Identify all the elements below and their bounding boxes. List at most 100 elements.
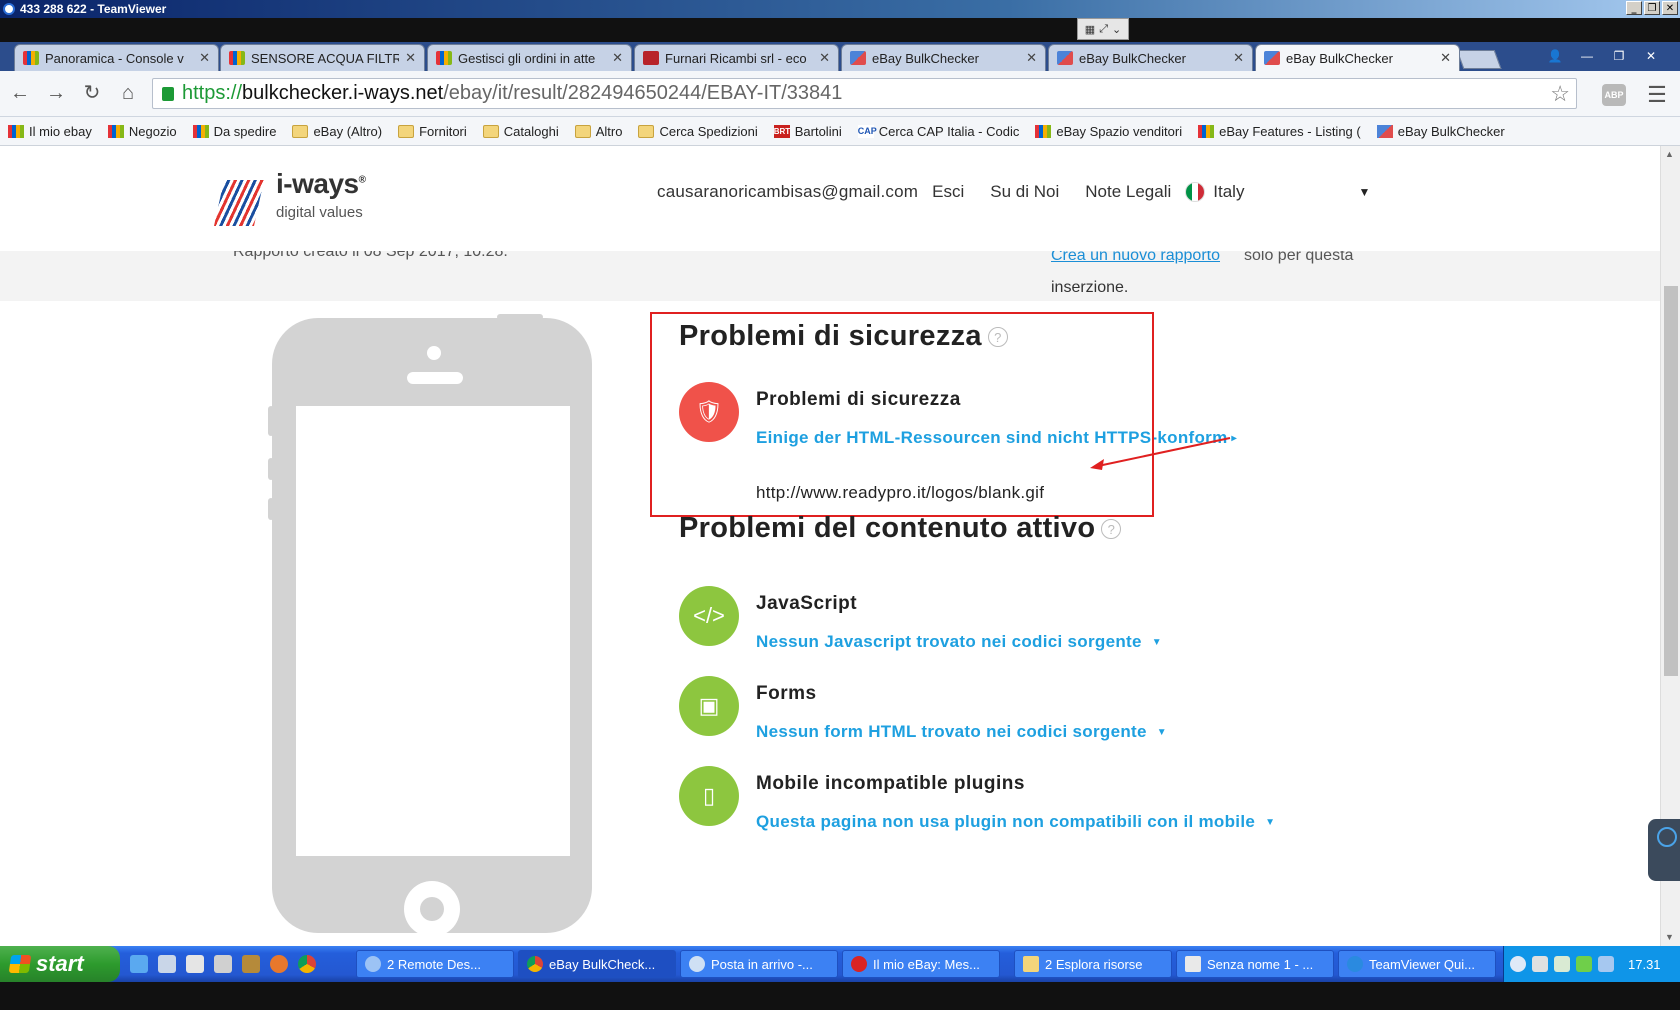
bookmark-item[interactable]: eBay BulkChecker [1376, 124, 1505, 139]
close-button[interactable]: ✕ [1662, 1, 1678, 15]
mobile-icon: ▯ [679, 766, 739, 826]
ebay-icon [1035, 124, 1052, 138]
browser-tab-active[interactable]: eBay BulkChecker ✕ [1255, 44, 1460, 71]
window-controls: _ ❐ ✕ [1626, 1, 1678, 15]
close-tab-icon[interactable]: ✕ [1233, 50, 1244, 66]
bookmark-item[interactable]: eBay Features - Listing ( [1198, 124, 1361, 139]
close-tab-icon[interactable]: ✕ [1440, 50, 1451, 66]
app-quicklaunch-icon[interactable] [214, 955, 232, 973]
user-icon[interactable]: 👤 [1540, 46, 1570, 66]
close-tab-icon[interactable]: ✕ [199, 50, 210, 66]
start-button[interactable]: start [0, 946, 120, 982]
restore-button[interactable]: ❐ [1604, 46, 1634, 66]
close-tab-icon[interactable]: ✕ [1026, 50, 1037, 66]
bookmark-item[interactable]: BRT Bartolini [773, 124, 842, 139]
caret-down-icon[interactable]: ▼ [1358, 185, 1370, 199]
taskbar-item[interactable]: Il mio eBay: Mes... [842, 950, 1000, 978]
restore-button[interactable]: ❐ [1644, 1, 1660, 15]
new-report-text-2: inserzione. [1051, 279, 1129, 296]
grid-icon: ▦ [1084, 23, 1096, 36]
window-titlebar: 433 288 622 - TeamViewer _ ❐ ✕ [0, 0, 1680, 18]
document-quicklaunch-icon[interactable] [158, 955, 176, 973]
italy-flag-icon [1185, 182, 1206, 202]
tray-icon[interactable] [1576, 956, 1592, 972]
tray-icon[interactable] [1532, 956, 1548, 972]
country-select[interactable]: Italy [1213, 182, 1244, 202]
taskbar-item[interactable]: TeamViewer Qui... [1338, 950, 1496, 978]
browser-tab[interactable]: eBay BulkChecker ✕ [1048, 44, 1253, 71]
bulkchecker-icon [1264, 51, 1280, 65]
browser-tab[interactable]: Furnari Ricambi srl - eco ✕ [634, 44, 839, 71]
close-tab-icon[interactable]: ✕ [819, 50, 830, 66]
ebay-icon [436, 51, 452, 65]
taskbar-item-active[interactable]: eBay BulkCheck... [518, 950, 676, 978]
bookmark-folder[interactable]: Cerca Spedizioni [638, 124, 758, 139]
javascript-link[interactable]: Nessun Javascript trovato nei codici sor… [756, 632, 1162, 652]
minimize-button[interactable]: — [1572, 46, 1602, 66]
scroll-up-icon[interactable]: ▲ [1665, 149, 1674, 159]
browser-tab[interactable]: Gestisci gli ordini in atte ✕ [427, 44, 632, 71]
bookmark-item[interactable]: CAP Cerca CAP Italia - Codic [857, 124, 1019, 139]
adblock-icon[interactable]: ABP [1602, 84, 1626, 106]
browser-tab[interactable]: eBay BulkChecker ✕ [841, 44, 1046, 71]
phone-side-button [268, 406, 274, 436]
explorer-quicklaunch-icon[interactable] [186, 955, 204, 973]
scroll-down-icon[interactable]: ▼ [1665, 932, 1674, 942]
ebay-icon [8, 124, 24, 138]
close-tab-icon[interactable]: ✕ [612, 50, 623, 66]
bookmark-item[interactable]: eBay Spazio venditori [1035, 124, 1182, 139]
taskbar-item[interactable]: Posta in arrivo -... [680, 950, 838, 978]
tab-label: Furnari Ricambi srl - eco [665, 50, 807, 66]
new-tab-button[interactable] [1456, 50, 1502, 69]
tab-label: Gestisci gli ordini in atte [458, 50, 596, 66]
back-arrow-icon[interactable]: ← [8, 81, 32, 105]
bookmark-item[interactable]: Il mio ebay [8, 124, 92, 139]
bookmark-star-icon[interactable]: ☆ [1550, 81, 1570, 107]
i-ways-logo[interactable]: i-ways® digital values [214, 168, 384, 228]
mobile-plugins-link[interactable]: Questa pagina non usa plugin non compati… [756, 812, 1275, 832]
folder-icon [398, 124, 415, 138]
about-link[interactable]: Su di Noi [990, 182, 1059, 202]
taskbar-item[interactable]: Senza nome 1 - ... [1176, 950, 1334, 978]
network-icon[interactable] [1598, 956, 1614, 972]
logout-link[interactable]: Esci [932, 182, 964, 202]
firefox-quicklaunch-icon[interactable] [270, 955, 288, 973]
close-tab-icon[interactable]: ✕ [405, 50, 416, 66]
forward-arrow-icon[interactable]: → [44, 81, 68, 105]
browser-tab[interactable]: SENSORE ACQUA FILTR ✕ [220, 44, 425, 71]
tool-quicklaunch-icon[interactable] [242, 955, 260, 973]
windows-taskbar: start 2 Remote Des... eBay BulkCheck... … [0, 946, 1680, 982]
windows-logo-icon [8, 955, 32, 973]
chrome-quicklaunch-icon[interactable] [298, 955, 316, 973]
tray-icon[interactable] [1554, 956, 1570, 972]
taskbar-item[interactable]: 2 Esplora risorse [1014, 950, 1172, 978]
bookmark-folder[interactable]: eBay (Altro) [292, 124, 382, 139]
bookmark-item[interactable]: Da spedire [192, 124, 276, 139]
bookmarks-bar: Il mio ebay Negozio Da spedire eBay (Alt… [0, 117, 1680, 146]
home-icon[interactable]: ⌂ [116, 81, 140, 105]
ebay-icon [229, 51, 245, 65]
help-icon[interactable]: ? [1101, 519, 1122, 540]
ie-quicklaunch-icon[interactable] [130, 955, 148, 973]
bookmark-folder[interactable]: Altro [574, 124, 622, 139]
teamviewer-panel-handle[interactable]: ▦ ⤢ ⌄ [1077, 18, 1129, 40]
tray-icon[interactable] [1510, 956, 1526, 972]
system-tray: 17.31 [1503, 946, 1680, 982]
browser-tab[interactable]: Panoramica - Console v ✕ [14, 44, 219, 71]
legal-link[interactable]: Note Legali [1085, 182, 1171, 202]
close-button[interactable]: ✕ [1636, 46, 1666, 66]
phone-power-button [497, 314, 543, 320]
bookmark-folder[interactable]: Cataloghi [482, 124, 559, 139]
ebay-icon [192, 124, 209, 138]
bookmark-item[interactable]: Negozio [107, 124, 177, 139]
scrollbar-thumb[interactable] [1664, 286, 1678, 676]
javascript-title: JavaScript [756, 593, 858, 614]
address-bar[interactable]: https:// bulkchecker.i-ways.net /ebay/it… [152, 78, 1577, 109]
reload-icon[interactable]: ↻ [80, 81, 104, 105]
forms-link[interactable]: Nessun form HTML trovato nei codici sorg… [756, 722, 1167, 742]
teamviewer-side-tab[interactable] [1648, 819, 1680, 881]
menu-icon[interactable]: ☰ [1645, 82, 1669, 108]
bookmark-folder[interactable]: Fornitori [398, 124, 467, 139]
minimize-button[interactable]: _ [1626, 1, 1642, 15]
taskbar-item[interactable]: 2 Remote Des... [356, 950, 514, 978]
